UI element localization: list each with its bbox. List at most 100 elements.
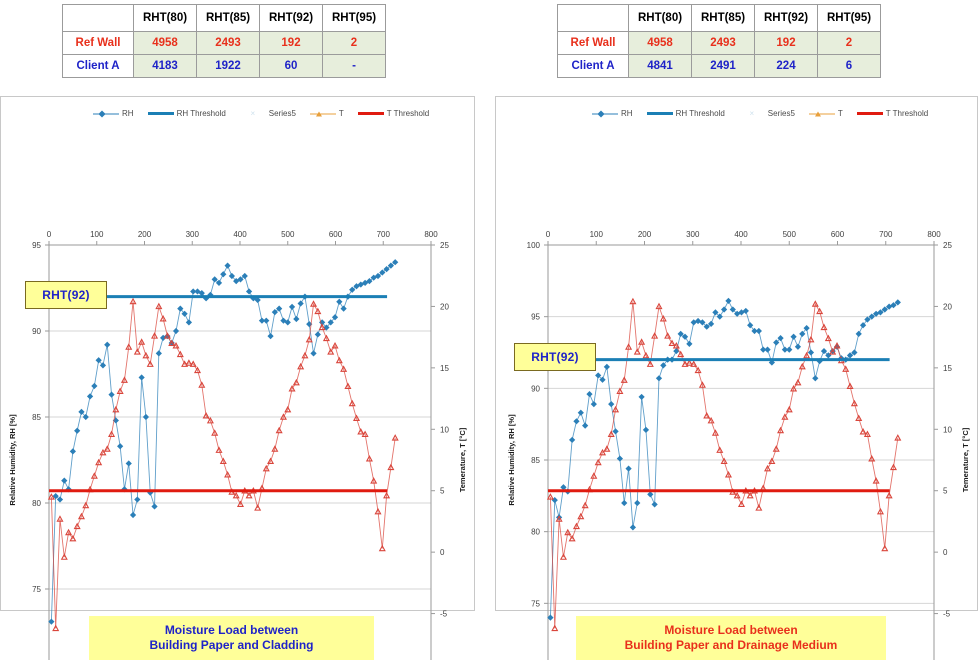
axis-tick-label-top: 600 (329, 230, 343, 239)
axis-tick-label: 20 (943, 302, 952, 311)
data-point (686, 340, 693, 348)
axis-tick-label: 95 (32, 241, 41, 250)
axis-tick-label-top: 400 (233, 230, 247, 239)
data-point (608, 400, 615, 408)
data-point (790, 333, 797, 340)
left-caption-line1: Moisture Load between (164, 623, 299, 637)
axis-tick-label-top: 300 (686, 230, 700, 239)
data-point (138, 374, 145, 381)
axis-tick-label: 80 (531, 528, 540, 537)
left-chart-plot: 707580859095-10-505101520250010010020020… (1, 97, 476, 660)
left-chart-panel: RHRH Threshold×Series5TT Threshold 70758… (0, 96, 476, 660)
data-point (86, 393, 94, 400)
table-cell: 2493 (691, 31, 755, 55)
axis-tick-label: 10 (943, 425, 952, 434)
table-cell: 4958 (133, 31, 197, 55)
data-point (125, 460, 132, 467)
table-cell: 4841 (628, 54, 692, 78)
y-axis-title: Relative Humidity, RH [%] (507, 414, 516, 506)
axis-tick-label-top: 500 (281, 230, 295, 239)
data-point (224, 262, 231, 269)
data-point (288, 303, 296, 311)
data-point (812, 375, 819, 382)
data-point (336, 298, 343, 305)
data-point (61, 477, 68, 484)
axis-tick-label: -5 (943, 610, 951, 619)
data-point (794, 343, 802, 350)
left-rht92-callout: RHT(92) (25, 281, 107, 309)
data-point (634, 499, 641, 507)
data-point (293, 315, 300, 323)
table-row-label: Ref Wall (557, 31, 629, 55)
table-col-header: RHT(80) (133, 4, 197, 32)
table-row-label: Ref Wall (62, 31, 134, 55)
table-col-header (62, 4, 134, 32)
data-point (245, 288, 253, 295)
axis-tick-label: 95 (531, 313, 540, 322)
right-rht-table: RHT(80) RHT(85) RHT(92) RHT(95) Ref Wall 4958… (557, 4, 881, 78)
data-point (621, 499, 628, 507)
right-caption-line1: Moisture Load between (664, 623, 798, 637)
data-point (755, 327, 762, 335)
data-point (807, 349, 815, 356)
table-cell: 192 (754, 31, 818, 55)
table-cell: 2493 (196, 31, 260, 55)
axis-tick-label: 10 (440, 425, 449, 434)
axis-tick-label: 0 (440, 548, 445, 557)
data-point (134, 496, 141, 503)
axis-tick-label-top: 400 (734, 230, 748, 239)
data-point (74, 427, 81, 434)
axis-tick-label-top: 700 (377, 230, 391, 239)
data-point (340, 305, 347, 312)
table-cell: 1922 (196, 54, 260, 78)
table-col-header: RHT(92) (259, 4, 323, 32)
data-point (185, 319, 193, 326)
data-point (172, 327, 180, 335)
right-rht-table-wrap: RHT(80) RHT(85) RHT(92) RHT(95) Ref Wall 4958… (557, 4, 881, 78)
axis-tick-label-top: 800 (424, 230, 438, 239)
data-point (612, 428, 619, 435)
data-point (673, 347, 680, 355)
table-row-label: Client A (557, 54, 629, 78)
table-row: Client A 4841 2491 224 6 (557, 54, 881, 78)
data-point (616, 455, 624, 462)
data-point (569, 436, 576, 444)
axis-tick-label: 5 (943, 487, 948, 496)
data-point (786, 346, 793, 353)
data-point (91, 382, 98, 390)
table-col-header: RHT(95) (817, 4, 881, 32)
series-line-T (549, 301, 899, 629)
data-point (638, 393, 645, 401)
axis-tick-label: 75 (531, 599, 540, 608)
data-point (108, 391, 115, 398)
data-point (590, 400, 597, 408)
table-cell: 2491 (691, 54, 755, 78)
table-col-header: RHT(85) (691, 4, 755, 32)
axis-tick-label-top: 0 (47, 230, 52, 239)
table-col-header: RHT(95) (322, 4, 386, 32)
table-cell: - (322, 54, 386, 78)
axis-tick-label: 90 (32, 327, 41, 336)
data-point (647, 491, 654, 498)
y2-axis-title: Temerature, T [°C] (961, 427, 970, 492)
right-caption-line2: Building Paper and Drainage Medium (624, 638, 838, 652)
axis-tick-label: 75 (32, 585, 41, 594)
left-chart-caption: Moisture Load between Building Paper and… (89, 616, 374, 660)
axis-tick-label-top: 100 (90, 230, 104, 239)
data-point (155, 350, 162, 357)
right-rht92-callout: RHT(92) (514, 343, 596, 371)
table-cell: 4958 (628, 31, 692, 55)
left-rht-table-wrap: RHT(80) RHT(85) RHT(92) RHT(95) Ref Wall 4958… (62, 4, 386, 78)
data-point (582, 422, 589, 429)
data-point (629, 524, 637, 531)
table-row: Client A 4183 1922 60- (62, 54, 386, 78)
axis-tick-label: 0 (943, 548, 948, 557)
chart-svg: 707580859095-10-505101520250010010020020… (8, 230, 467, 660)
axis-tick-label: 15 (943, 364, 952, 373)
data-point (721, 306, 728, 313)
table-col-header (557, 4, 629, 32)
axis-tick-label: 20 (440, 302, 449, 311)
table-col-header: RHT(92) (754, 4, 818, 32)
axis-tick-label: 90 (531, 384, 540, 393)
series-line-RH (50, 261, 396, 622)
